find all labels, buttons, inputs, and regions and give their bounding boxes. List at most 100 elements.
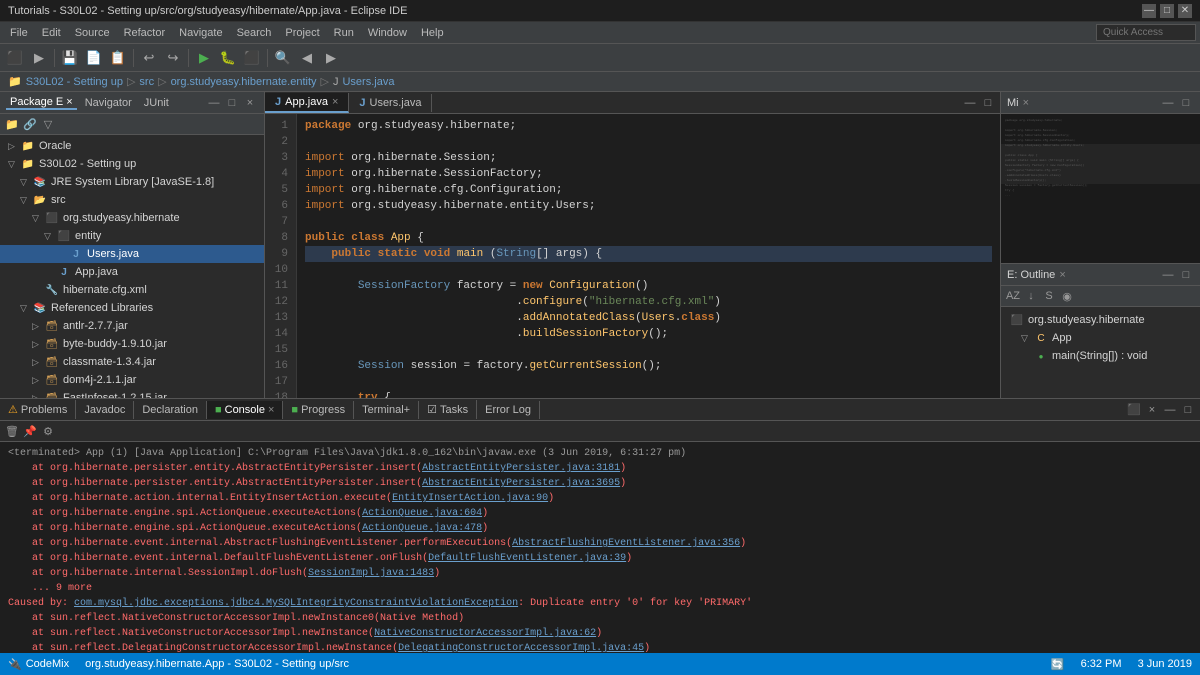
tree-item-users-java[interactable]: J Users.java [0, 245, 264, 263]
editor-minimize[interactable]: — [962, 95, 978, 111]
toolbar-btn-search[interactable]: 🔍 [272, 47, 294, 69]
outline-item-pkg[interactable]: ⬛ org.studyeasy.hibernate [1001, 311, 1200, 329]
tree-item-antlr[interactable]: ▷ 🗃 antlr-2.7.7.jar [0, 317, 264, 335]
outline-maximize[interactable]: □ [1178, 95, 1194, 111]
minimize-button[interactable]: — [1142, 4, 1156, 18]
toolbar-btn-2[interactable]: ▶ [28, 47, 50, 69]
editor-maximize[interactable]: □ [980, 95, 996, 111]
toolbar-btn-5[interactable]: 📋 [107, 47, 129, 69]
console-stop[interactable]: ⬛ [1126, 402, 1142, 418]
tree-item-dom4j[interactable]: ▷ 🗃 dom4j-2.1.1.jar [0, 371, 264, 389]
panel-minimize[interactable]: — [206, 95, 222, 111]
tab-close[interactable]: × [268, 404, 274, 416]
toolbar-btn-forward[interactable]: ▶ [320, 47, 342, 69]
outline-btn3[interactable]: S [1041, 288, 1057, 304]
tree-label: Referenced Libraries [51, 302, 153, 314]
tab-close[interactable]: × [332, 96, 338, 108]
tab-navigator[interactable]: Navigator [81, 97, 136, 109]
menu-window[interactable]: Window [362, 25, 413, 41]
code-editor[interactable]: package org.studyeasy.hibernate; import … [297, 114, 1000, 398]
outline-item-main[interactable]: ● main(String[]) : void [1001, 347, 1200, 365]
tree-item-jre[interactable]: ▽ 📚 JRE System Library [JavaSE-1.8] [0, 173, 264, 191]
tab-package-explorer[interactable]: Package E × [6, 96, 77, 110]
tree-item-oracle[interactable]: ▷ 📁 Oracle [0, 137, 264, 155]
console-minimize[interactable]: — [1162, 402, 1178, 418]
tree-arrow: ▽ [20, 177, 32, 188]
quick-access-input[interactable] [1096, 24, 1196, 41]
status-refresh[interactable]: 🔄 [1051, 658, 1065, 671]
console-clear[interactable]: 🗑 [4, 423, 20, 439]
outline-minimize[interactable]: — [1160, 95, 1176, 111]
toolbar-btn-4[interactable]: 📄 [83, 47, 105, 69]
outline-tab[interactable]: E: Outline × [1007, 269, 1066, 281]
maximize-button[interactable]: □ [1160, 4, 1174, 18]
tree-item-app-java[interactable]: J App.java [0, 263, 264, 281]
tab-close[interactable]: × [1059, 269, 1065, 281]
menu-edit[interactable]: Edit [36, 25, 67, 41]
tab-errorlog[interactable]: Error Log [477, 401, 540, 419]
outline-minimize2[interactable]: — [1160, 267, 1176, 283]
toolbar-btn-7[interactable]: ↪ [162, 47, 184, 69]
menu-search[interactable]: Search [231, 25, 278, 41]
tab-tasks[interactable]: ☑ Tasks [419, 400, 477, 419]
tab-junit[interactable]: JUnit [140, 97, 173, 109]
debug-button[interactable]: 🐛 [217, 47, 239, 69]
toolbar-btn-1[interactable]: ⬛ [4, 47, 26, 69]
collapse-all-button[interactable]: 📁 [4, 116, 20, 132]
menu-run[interactable]: Run [328, 25, 360, 41]
tab-problems[interactable]: ⚠ Problems [0, 400, 76, 419]
panel-maximize[interactable]: □ [224, 95, 240, 111]
tab-users-java[interactable]: J Users.java [349, 94, 432, 112]
outline-btn4[interactable]: ◉ [1059, 288, 1075, 304]
stop-button[interactable]: ⬛ [241, 47, 263, 69]
console-close[interactable]: × [1144, 402, 1160, 418]
tree-item-pkg-entity[interactable]: ▽ ⬛ entity [0, 227, 264, 245]
tree-item-classmate[interactable]: ▷ 🗃 classmate-1.3.4.jar [0, 353, 264, 371]
menu-navigate[interactable]: Navigate [173, 25, 228, 41]
menu-file[interactable]: File [4, 25, 34, 41]
outline-item-app[interactable]: ▽ C App [1001, 329, 1200, 347]
toolbar-btn-3[interactable]: 💾 [59, 47, 81, 69]
tab-terminal[interactable]: Terminal+ [354, 401, 419, 419]
tree-item-fastinfoset[interactable]: ▷ 🗃 FastInfoset-1.2.15.jar [0, 389, 264, 398]
tree-item-ref-libs[interactable]: ▽ 📚 Referenced Libraries [0, 299, 264, 317]
toolbar-btn-back[interactable]: ◀ [296, 47, 318, 69]
tab-javadoc[interactable]: Javadoc [76, 401, 134, 419]
close-button[interactable]: ✕ [1178, 4, 1192, 18]
outline-btn2[interactable]: ↓ [1023, 288, 1039, 304]
tree-item-bytebuddy[interactable]: ▷ 🗃 byte-buddy-1.9.10.jar [0, 335, 264, 353]
tree-item-cfg-xml[interactable]: 🔧 hibernate.cfg.xml [0, 281, 264, 299]
outline-maximize2[interactable]: □ [1178, 267, 1194, 283]
tree-label: dom4j-2.1.1.jar [63, 374, 136, 386]
toolbar-btn-6[interactable]: ↩ [138, 47, 160, 69]
mi-tab[interactable]: Mi × [1007, 97, 1029, 109]
console-maximize[interactable]: □ [1180, 402, 1196, 418]
sort-alpha-button[interactable]: AZ [1005, 288, 1021, 304]
method-icon: ● [1033, 348, 1049, 364]
console-settings[interactable]: ⚙ [40, 423, 56, 439]
link-editor-button[interactable]: 🔗 [22, 116, 38, 132]
tree-item-s30l02[interactable]: ▽ 📁 S30L02 - Setting up [0, 155, 264, 173]
menu-refactor[interactable]: Refactor [118, 25, 172, 41]
editor-area[interactable]: 123456789101112131415161718 package org.… [265, 114, 1000, 398]
console-pin[interactable]: 📌 [22, 423, 38, 439]
breadcrumb-part1[interactable]: S30L02 - Setting up [26, 76, 123, 88]
tree-arrow: ▷ [8, 141, 20, 152]
breadcrumb-part5[interactable]: Users.java [342, 76, 394, 88]
menu-project[interactable]: Project [279, 25, 325, 41]
panel-close[interactable]: × [242, 95, 258, 111]
tab-console[interactable]: ■ Console × [207, 401, 283, 419]
menu-source[interactable]: Source [69, 25, 116, 41]
tree-item-pkg-hibernate[interactable]: ▽ ⬛ org.studyeasy.hibernate [0, 209, 264, 227]
run-button[interactable]: ▶ [193, 47, 215, 69]
menu-help[interactable]: Help [415, 25, 450, 41]
breadcrumb-part2[interactable]: src [139, 76, 154, 88]
view-menu-button[interactable]: ▽ [40, 116, 56, 132]
tab-declaration[interactable]: Declaration [134, 401, 207, 419]
tab-close[interactable]: × [1023, 97, 1029, 109]
tab-progress[interactable]: ■ Progress [283, 401, 354, 419]
status-project: org.studyeasy.hibernate.App - S30L02 - S… [85, 658, 349, 670]
tab-app-java[interactable]: J App.java × [265, 93, 349, 113]
breadcrumb-part3[interactable]: org.studyeasy.hibernate.entity [171, 76, 317, 88]
tree-item-src[interactable]: ▽ 📂 src [0, 191, 264, 209]
